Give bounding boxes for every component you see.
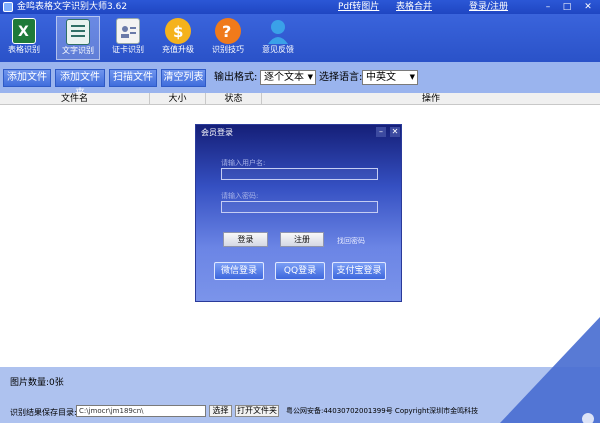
app-logo-icon [3,2,13,12]
username-input[interactable] [221,168,378,180]
tool-label: 证卡识别 [112,45,144,54]
register-button[interactable]: 注册 [280,232,324,247]
column-size[interactable]: 大小 [150,93,206,105]
column-filename[interactable]: 文件名 [0,93,150,105]
add-file-button[interactable]: 添加文件 [3,69,51,87]
svg-text:X: X [18,24,29,40]
clear-list-button[interactable]: 清空列表 [161,69,206,87]
output-format-value: 逐个文本 [264,72,304,83]
user-icon [266,18,290,44]
save-dir-label: 识别结果保存目录: [10,408,77,417]
scan-file-button[interactable]: 扫描文件 [109,69,157,87]
tool-feedback[interactable]: 意见反馈 [256,16,300,60]
dialog-title: 会员登录 [201,128,233,137]
document-icon [66,19,90,45]
pdf-to-image-link[interactable]: Pdf转图片 [338,1,379,13]
forgot-password-link[interactable]: 找回密码 [337,236,365,246]
question-icon: ? [215,18,241,44]
password-label: 请输入密码: [221,192,259,200]
close-button[interactable]: ✕ [581,1,595,13]
add-folder-button[interactable]: 添加文件夹 [55,69,105,99]
save-dir-input[interactable]: C:\jmocr\jm189cn\ [76,405,206,417]
alipay-login-button[interactable]: 支付宝登录 [332,262,386,280]
tool-label: 识别技巧 [212,45,244,54]
excel-icon: X [12,18,36,44]
output-format-select[interactable]: 逐个文本 ▼ [260,70,316,85]
tool-label: 充值升级 [162,45,194,54]
tool-text-recognition[interactable]: 文字识别 [56,16,100,60]
action-bar: 添加文件 添加文件夹 扫描文件 清空列表 输出格式: 逐个文本 ▼ 选择语言: … [0,62,600,99]
login-button[interactable]: 登录 [223,232,268,247]
language-value: 中英文 [366,72,396,83]
language-label: 选择语言: [319,72,363,83]
image-count: 图片数量:0张 [10,378,64,388]
icp-copyright-text: 粤公网安备:44030702001399号 Copyright深圳市金鸣科技 [286,407,479,415]
dialog-close-button[interactable]: ✕ [390,127,400,137]
login-register-link[interactable]: 登录/注册 [469,1,508,13]
chevron-down-icon: ▼ [307,73,313,81]
login-dialog: 会员登录 – ✕ 请输入用户名: 请输入密码: 登录 注册 找回密码 微信登录 … [195,124,402,302]
main-toolbar: X 表格识别 文字识别 证卡识别 $ 充值升级 ? 识别技巧 意见反馈 [0,14,600,62]
dialog-minimize-button[interactable]: – [376,127,386,137]
tool-table-recognition[interactable]: X 表格识别 [2,16,46,60]
tool-label: 表格识别 [8,45,40,54]
column-status[interactable]: 状态 [206,93,262,105]
app-title: 金鸣表格文字识别大师3.62 [17,2,128,12]
file-table-header: 文件名 大小 状态 操作 [0,93,600,105]
svg-text:?: ? [222,22,231,41]
password-input[interactable] [221,201,378,213]
language-select[interactable]: 中英文 ▼ [362,70,418,85]
chevron-down-icon: ▼ [409,73,415,81]
qq-login-button[interactable]: QQ登录 [275,262,325,280]
maximize-button[interactable]: □ [560,1,574,13]
wechat-login-button[interactable]: 微信登录 [214,262,264,280]
open-folder-button[interactable]: 打开文件夹 [235,405,279,417]
minimize-button[interactable]: – [541,1,555,13]
select-dir-button[interactable]: 选择 [209,405,232,417]
coin-icon: $ [165,18,191,44]
output-format-label: 输出格式: [214,72,258,83]
id-card-icon [116,18,140,44]
svg-text:$: $ [173,23,183,41]
tool-recharge-upgrade[interactable]: $ 充值升级 [156,16,200,60]
title-bar: 金鸣表格文字识别大师3.62 Pdf转图片 表格合并 登录/注册 – □ ✕ [0,0,600,14]
column-actions[interactable]: 操作 [262,93,600,105]
username-label: 请输入用户名: [221,159,266,167]
tool-label: 意见反馈 [262,45,294,54]
table-merge-link[interactable]: 表格合并 [396,1,432,13]
tool-recognition-tips[interactable]: ? 识别技巧 [206,16,250,60]
tool-card-recognition[interactable]: 证卡识别 [106,16,150,60]
tool-label: 文字识别 [62,46,94,55]
